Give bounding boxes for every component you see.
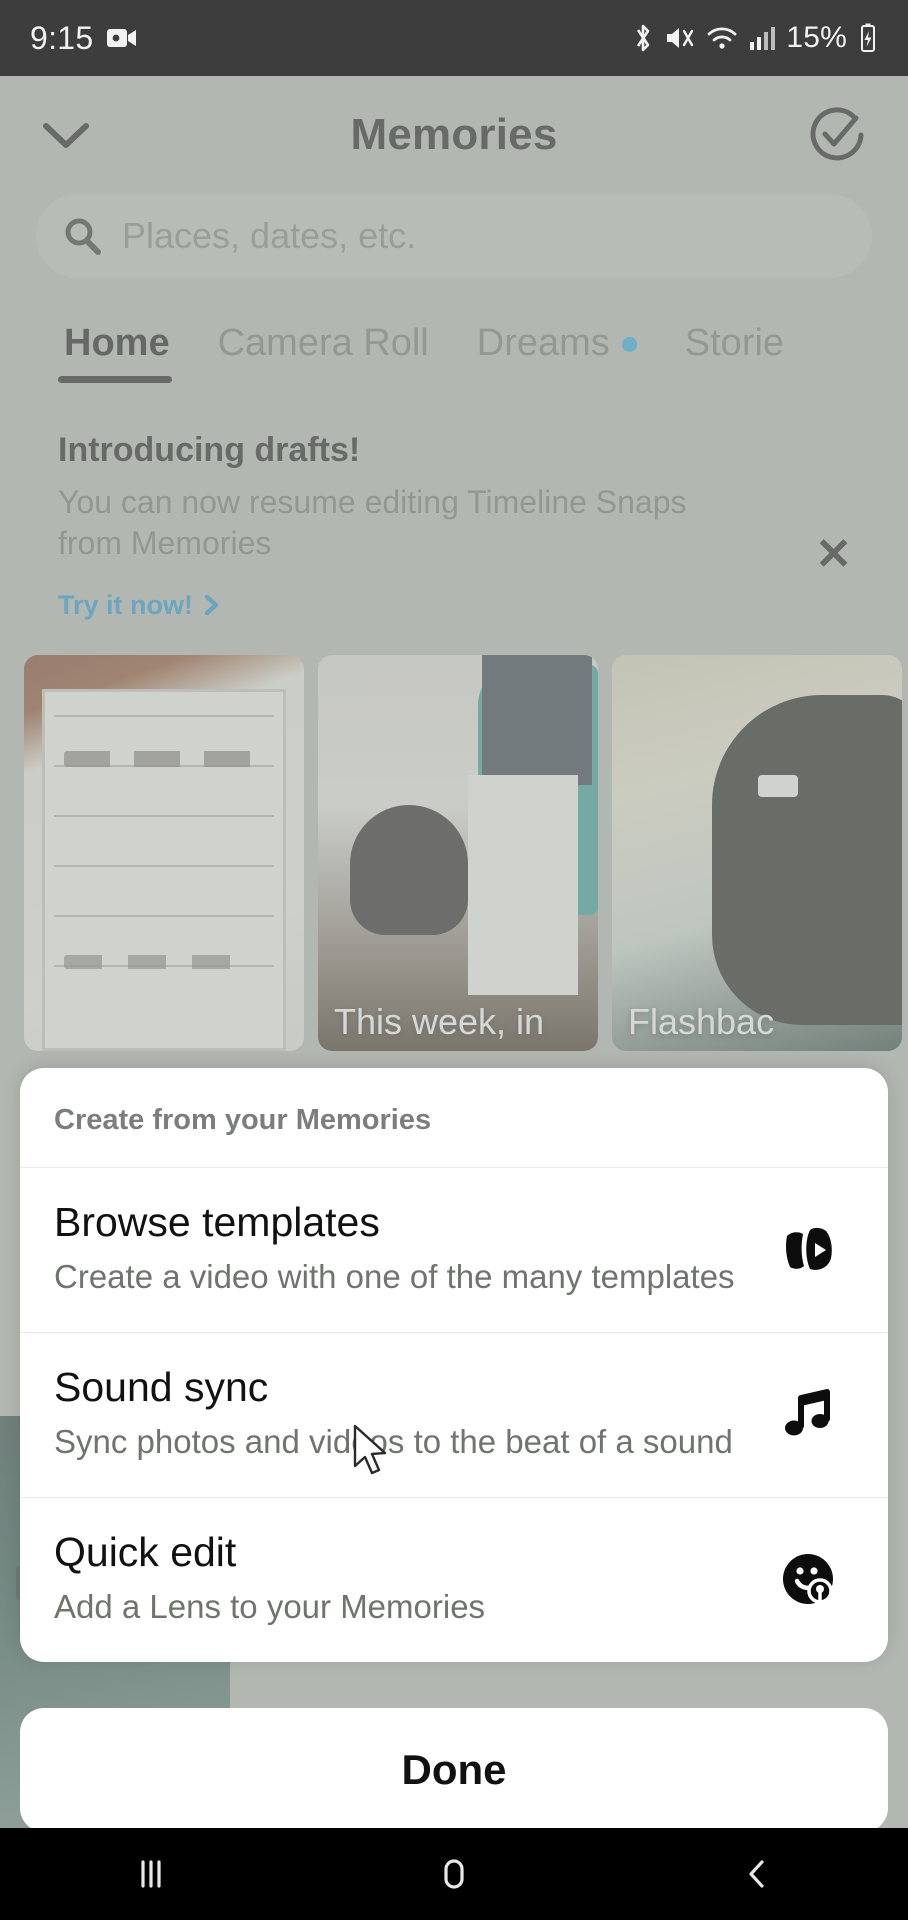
cellular-signal-icon xyxy=(749,25,776,51)
memory-thumbnail-caption: This week, in xyxy=(334,1000,545,1042)
dreams-badge-dot xyxy=(621,337,637,353)
templates-icon xyxy=(762,1220,854,1278)
close-icon[interactable]: ✕ xyxy=(815,533,852,577)
memory-thumbnail[interactable]: This week, in xyxy=(318,654,598,1051)
back-icon[interactable] xyxy=(736,1853,778,1895)
mouse-cursor xyxy=(352,1424,390,1478)
battery-charging-icon xyxy=(858,23,878,53)
search-icon xyxy=(62,216,102,256)
memory-thumbnail[interactable] xyxy=(24,654,304,1051)
check-circle-icon[interactable] xyxy=(806,104,868,166)
tab-stories-label: Storie xyxy=(684,322,785,364)
sheet-header: Create from your Memories xyxy=(20,1068,888,1168)
home-icon[interactable] xyxy=(433,1853,475,1895)
option-subtitle: Sync photos and videos to the beat of a … xyxy=(54,1423,733,1461)
tab-camera-roll-label: Camera Roll xyxy=(217,322,429,364)
tab-home[interactable]: Home xyxy=(36,322,194,383)
phone-screen: 9:15 15% Memories Places, dates, etc. Ho… xyxy=(0,0,908,1920)
option-title: Browse templates xyxy=(54,1199,380,1245)
music-note-icon xyxy=(762,1386,854,1442)
bluetooth-icon xyxy=(632,23,654,53)
promo-cta-label: Try it now! xyxy=(58,589,193,620)
chevron-right-icon xyxy=(203,594,221,616)
tab-home-label: Home xyxy=(64,322,170,364)
promo-title: Introducing drafts! xyxy=(58,431,361,469)
tab-stories[interactable]: Storie xyxy=(661,322,808,383)
option-browse-templates[interactable]: Browse templates Create a video with one… xyxy=(20,1168,888,1334)
option-title: Quick edit xyxy=(54,1529,237,1576)
tab-dreams-label: Dreams xyxy=(476,322,610,364)
status-bar-time: 9:15 xyxy=(30,19,94,56)
recents-icon[interactable] xyxy=(130,1853,172,1895)
memory-thumbnail[interactable]: Flashbac xyxy=(612,654,902,1051)
option-quick-edit[interactable]: Quick edit Add a Lens to your Memories xyxy=(20,1498,888,1662)
memories-thumbnail-row: This week, in Flashbac xyxy=(0,621,908,1051)
create-from-memories-sheet: Create from your Memories Browse templat… xyxy=(20,1068,888,1663)
tab-camera-roll[interactable]: Camera Roll xyxy=(194,322,453,383)
battery-percentage: 15% xyxy=(786,21,847,54)
app-header: Memories xyxy=(0,76,908,194)
option-subtitle: Add a Lens to your Memories xyxy=(54,1588,486,1626)
option-title: Sound sync xyxy=(54,1364,269,1411)
search-section: Places, dates, etc. xyxy=(0,194,908,278)
android-nav-bar xyxy=(0,1828,908,1920)
search-input[interactable]: Places, dates, etc. xyxy=(36,194,872,278)
mute-icon xyxy=(665,24,695,52)
done-button-label: Done xyxy=(401,1746,507,1793)
page-title: Memories xyxy=(350,110,558,159)
drafts-promo-banner: Introducing drafts! You can now resume e… xyxy=(0,383,908,621)
done-button[interactable]: Done xyxy=(20,1708,888,1832)
lens-smiley-icon xyxy=(762,1550,854,1608)
option-sound-sync[interactable]: Sound sync Sync photos and videos to the… xyxy=(20,1333,888,1499)
status-bar: 9:15 15% xyxy=(0,0,908,76)
promo-cta-link[interactable]: Try it now! xyxy=(58,590,868,621)
search-placeholder: Places, dates, etc. xyxy=(122,215,417,256)
tab-dreams[interactable]: Dreams xyxy=(453,322,661,383)
wifi-icon xyxy=(706,25,738,51)
memory-thumbnail-caption: Flashbac xyxy=(628,1000,775,1042)
promo-body: You can now resume editing Timeline Snap… xyxy=(58,484,687,561)
screen-recorder-icon xyxy=(107,27,137,49)
option-subtitle: Create a video with one of the many temp… xyxy=(54,1257,735,1295)
tab-bar: Home Camera Roll Dreams Storie xyxy=(0,278,908,383)
